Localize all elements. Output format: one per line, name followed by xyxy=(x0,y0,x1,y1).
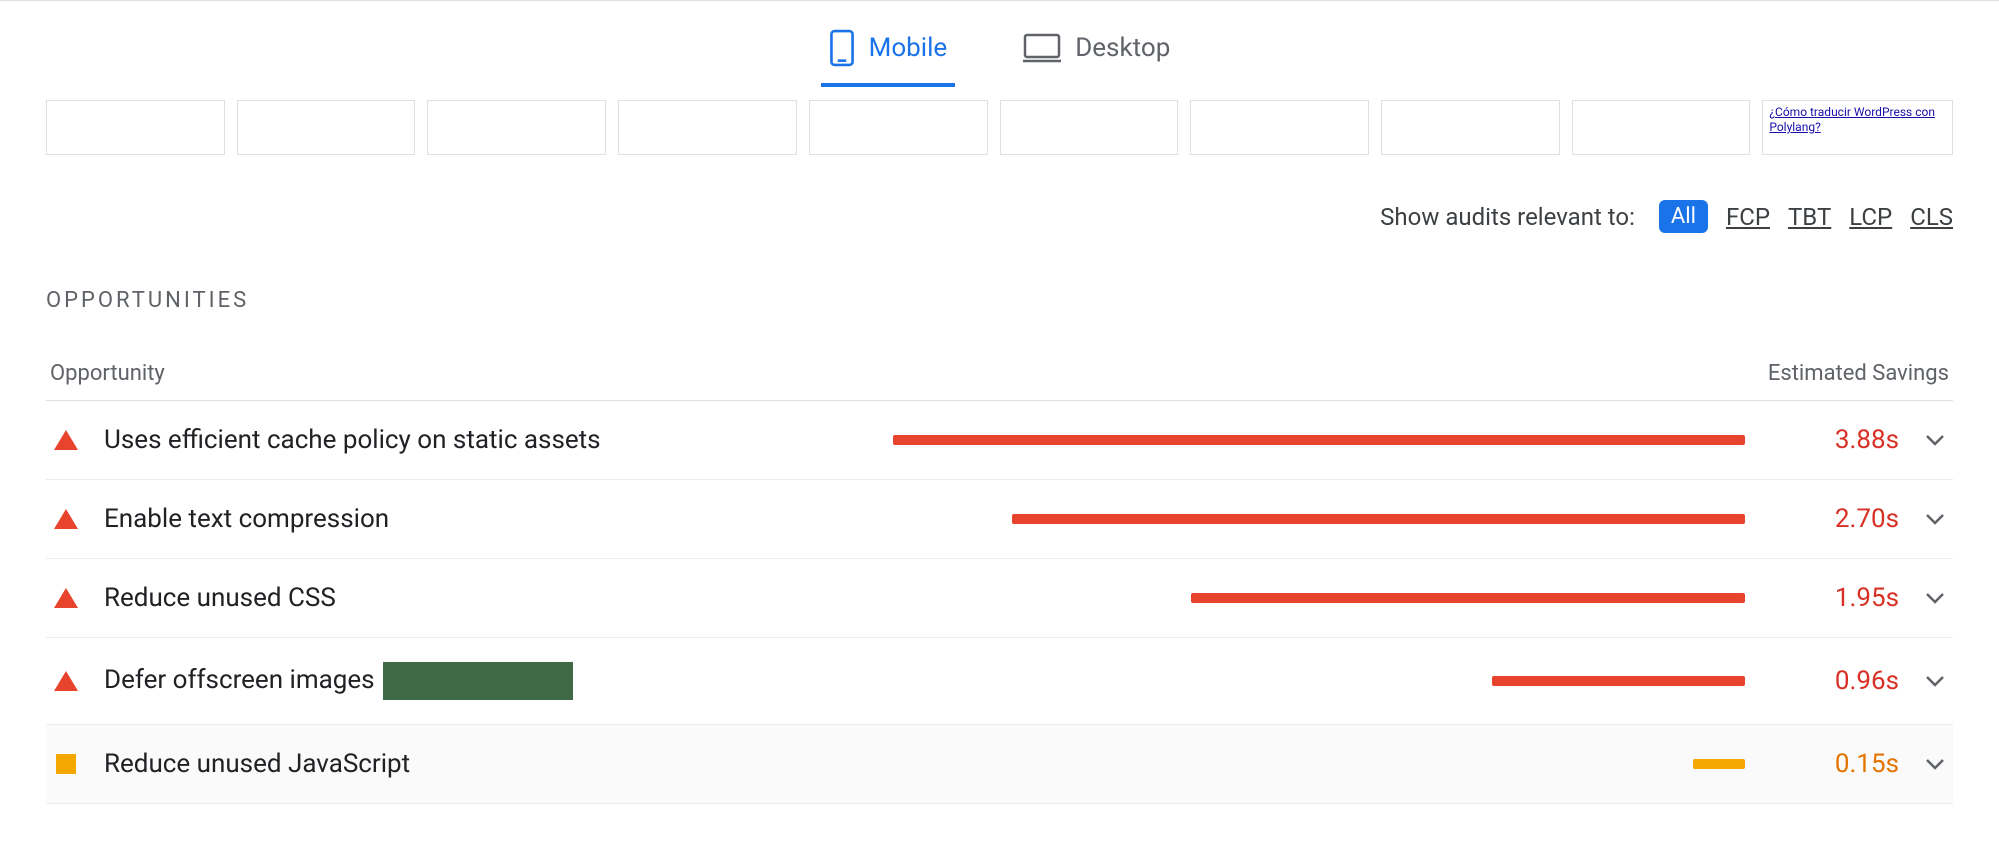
opportunity-row[interactable]: Defer offscreen images 0.96s xyxy=(46,638,1953,725)
savings-value: 3.88s xyxy=(1789,425,1899,455)
mobile-icon xyxy=(829,29,855,67)
header-savings: Estimated Savings xyxy=(1768,361,1949,386)
opportunity-row[interactable]: Reduce unused CSS 1.95s xyxy=(46,559,1953,638)
main-content: ¿Cómo traducir WordPress con Polylang? S… xyxy=(0,100,1999,804)
square-icon xyxy=(52,754,80,774)
tab-desktop[interactable]: Desktop xyxy=(1015,23,1178,83)
chevron-down-icon[interactable] xyxy=(1923,513,1947,525)
opportunity-label: Uses efficient cache policy on static as… xyxy=(104,425,601,455)
savings-value: 1.95s xyxy=(1789,583,1899,613)
chevron-down-icon[interactable] xyxy=(1923,675,1947,687)
filmstrip: ¿Cómo traducir WordPress con Polylang? xyxy=(46,100,1953,160)
savings-value: 0.15s xyxy=(1789,749,1899,779)
chevron-down-icon[interactable] xyxy=(1923,434,1947,446)
filter-lcp[interactable]: LCP xyxy=(1849,203,1892,231)
section-title: OPPORTUNITIES xyxy=(46,288,1953,313)
filmstrip-frame-last: ¿Cómo traducir WordPress con Polylang? xyxy=(1762,100,1953,155)
savings-bar-area xyxy=(625,435,1765,445)
opportunity-row[interactable]: Enable text compression 2.70s xyxy=(46,480,1953,559)
redacted-block xyxy=(383,662,573,700)
savings-value: 0.96s xyxy=(1789,666,1899,696)
opportunity-label: Reduce unused JavaScript xyxy=(104,749,410,779)
filter-all[interactable]: All xyxy=(1659,200,1708,233)
triangle-icon xyxy=(52,430,80,450)
filmstrip-frame xyxy=(237,100,416,155)
device-tabs: Mobile Desktop xyxy=(0,1,1999,88)
filter-label: Show audits relevant to: xyxy=(1380,203,1635,231)
tab-label: Desktop xyxy=(1075,33,1170,63)
opportunity-row[interactable]: Uses efficient cache policy on static as… xyxy=(46,401,1953,480)
desktop-icon xyxy=(1023,33,1061,63)
savings-bar xyxy=(1693,759,1745,769)
savings-bar-area xyxy=(434,759,1765,769)
filmstrip-frame xyxy=(1572,100,1751,155)
header-opportunity: Opportunity xyxy=(50,361,165,386)
filmstrip-frame xyxy=(1190,100,1369,155)
filter-fcp[interactable]: FCP xyxy=(1726,203,1770,231)
chevron-down-icon[interactable] xyxy=(1923,592,1947,604)
filmstrip-frame xyxy=(1000,100,1179,155)
filmstrip-frame xyxy=(1381,100,1560,155)
opportunity-header: Opportunity Estimated Savings xyxy=(46,361,1953,401)
savings-bar-area xyxy=(360,593,1765,603)
audit-filter-row: Show audits relevant to: All FCP TBT LCP… xyxy=(46,200,1953,233)
savings-bar-area xyxy=(597,676,1765,686)
tab-label: Mobile xyxy=(869,33,948,63)
triangle-icon xyxy=(52,509,80,529)
triangle-icon xyxy=(52,588,80,608)
opportunity-label: Enable text compression xyxy=(104,504,389,534)
savings-bar xyxy=(893,435,1745,445)
tab-mobile[interactable]: Mobile xyxy=(821,19,956,87)
opportunity-label: Defer offscreen images xyxy=(104,662,573,700)
savings-bar xyxy=(1191,593,1745,603)
filmstrip-frame xyxy=(427,100,606,155)
filter-tbt[interactable]: TBT xyxy=(1788,203,1831,231)
savings-value: 2.70s xyxy=(1789,504,1899,534)
savings-bar-area xyxy=(413,514,1765,524)
savings-bar xyxy=(1012,514,1745,524)
opportunity-label: Reduce unused CSS xyxy=(104,583,336,613)
triangle-icon xyxy=(52,671,80,691)
filmstrip-frame xyxy=(46,100,225,155)
savings-bar xyxy=(1492,676,1745,686)
chevron-down-icon[interactable] xyxy=(1923,758,1947,770)
opportunity-row[interactable]: Reduce unused JavaScript 0.15s xyxy=(46,725,1953,804)
filter-cls[interactable]: CLS xyxy=(1910,203,1953,231)
filmstrip-frame xyxy=(809,100,988,155)
opportunity-list: Uses efficient cache policy on static as… xyxy=(46,401,1953,804)
filmstrip-frame xyxy=(618,100,797,155)
